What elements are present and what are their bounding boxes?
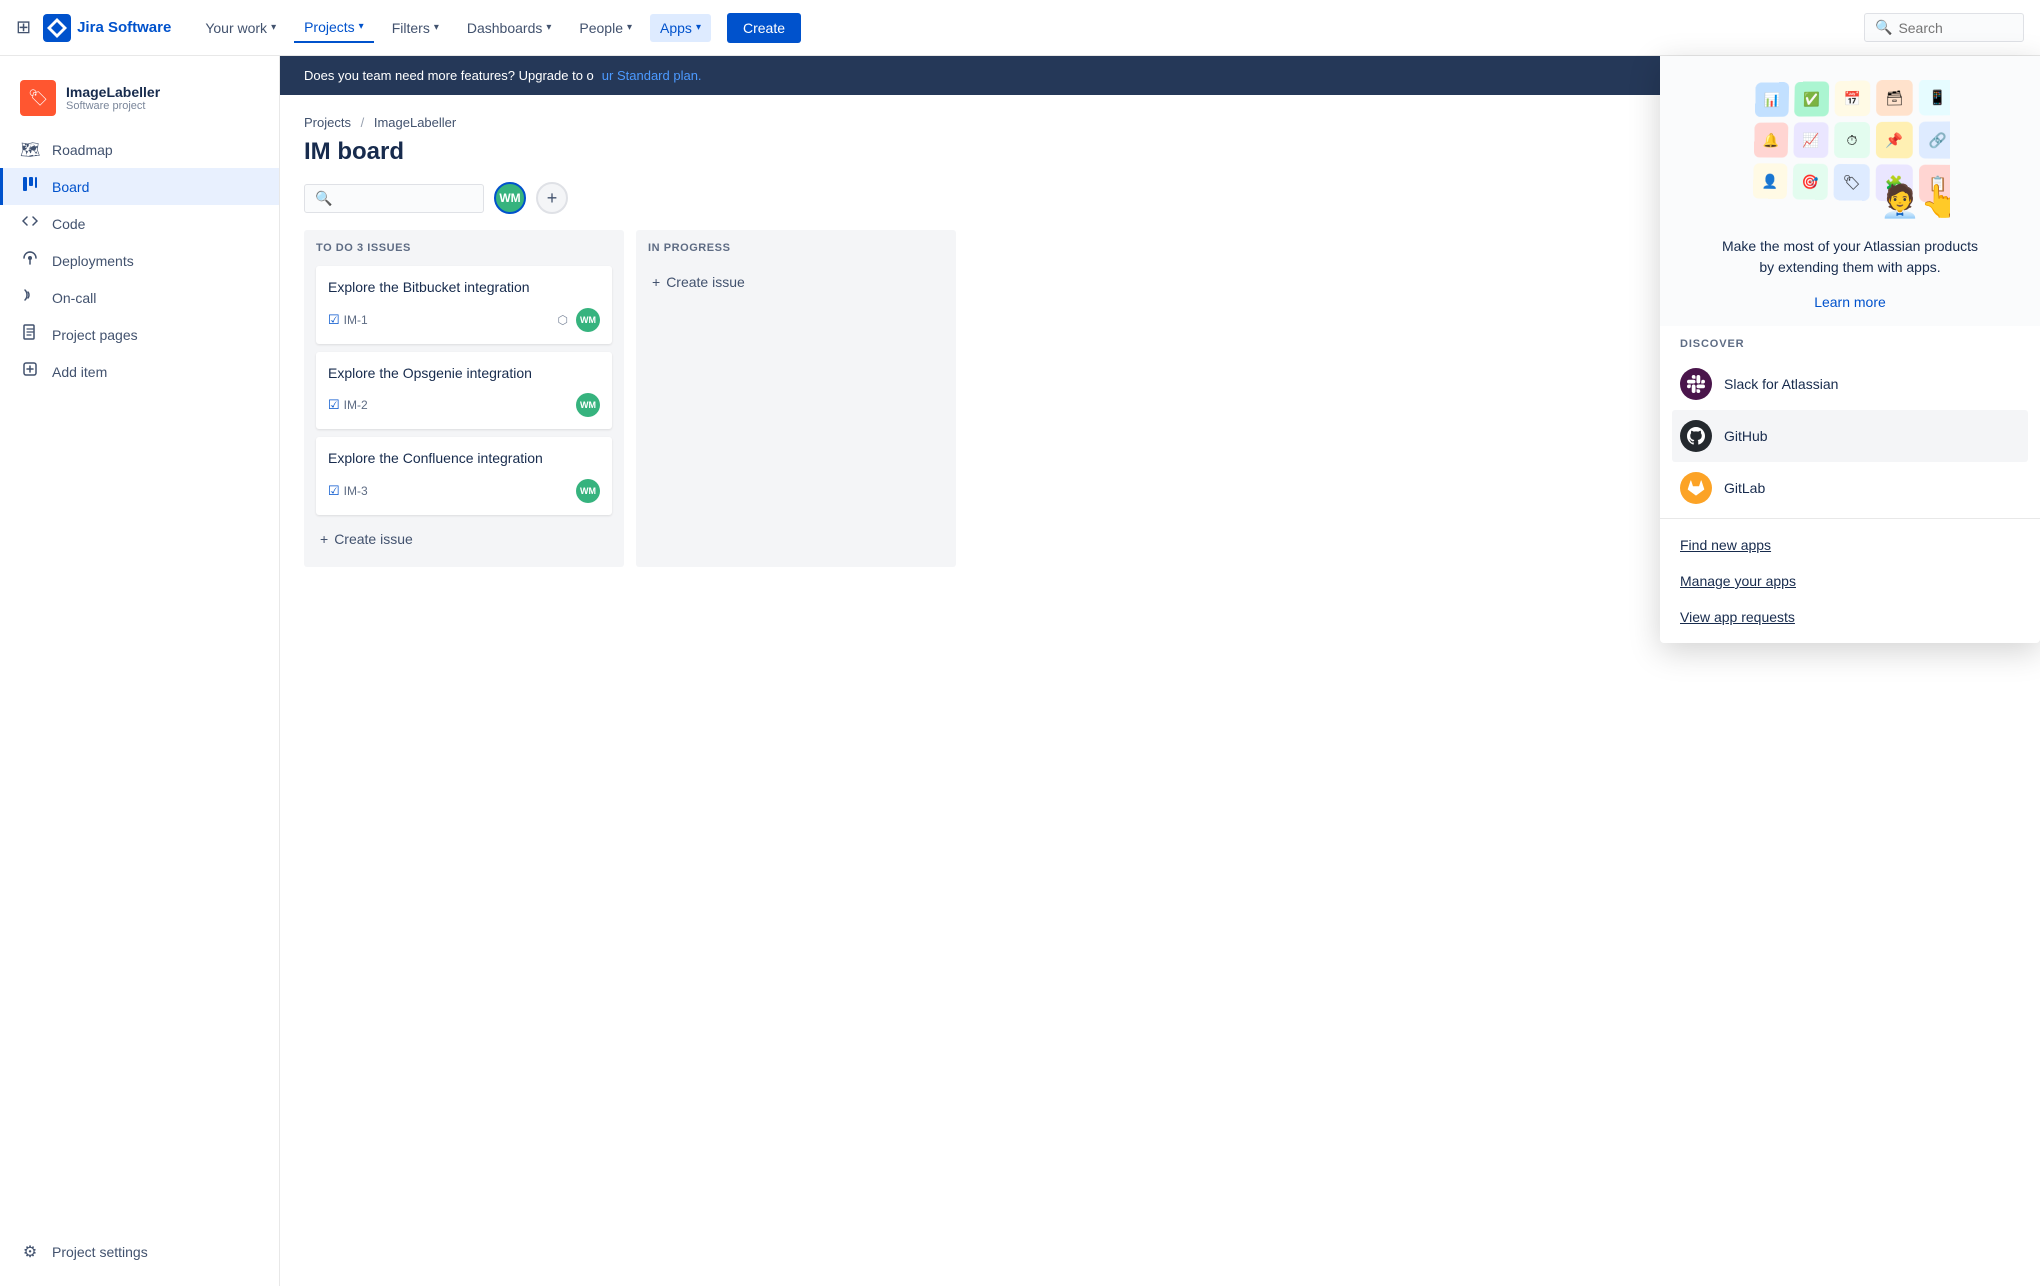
apps-discover-section: DISCOVER Slack for Atlassian GitHub GitL… (1660, 326, 2040, 518)
gitlab-icon (1680, 472, 1712, 504)
learn-more-link[interactable]: Learn more (1814, 294, 1886, 310)
app-item-slack[interactable]: Slack for Atlassian (1680, 358, 2020, 410)
slack-icon (1680, 368, 1712, 400)
people-illustration: 🧑‍💼👆 (1880, 182, 1950, 220)
discover-label: DISCOVER (1680, 338, 2020, 350)
find-new-apps-link[interactable]: Find new apps (1680, 527, 2020, 563)
app-item-gitlab[interactable]: GitLab (1680, 462, 2020, 514)
apps-illustration: 📊 ✅ 📅 🗃 📱 🔔 📈 ⏱ 📌 🔗 👤 🎯 🏷 🧩 📋 🧑‍💼👆 (1660, 56, 2040, 326)
apps-tagline: Make the most of your Atlassian products… (1722, 236, 1978, 278)
apps-dropdown: 📊 ✅ 📅 🗃 📱 🔔 📈 ⏱ 📌 🔗 👤 🎯 🏷 🧩 📋 🧑‍💼👆 (1660, 56, 2040, 643)
apps-actions: Find new apps Manage your apps View app … (1660, 518, 2040, 643)
github-icon (1680, 420, 1712, 452)
app-item-github[interactable]: GitHub (1672, 410, 2028, 462)
view-app-requests-link[interactable]: View app requests (1680, 599, 2020, 635)
manage-apps-link[interactable]: Manage your apps (1680, 563, 2020, 599)
